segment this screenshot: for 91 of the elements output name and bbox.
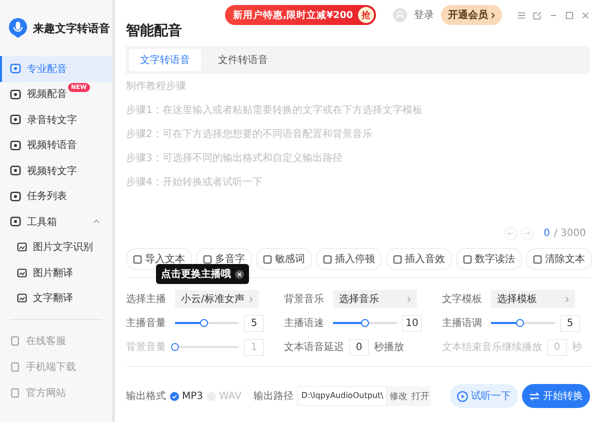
toolbar-button[interactable]: 数字读法 xyxy=(456,248,522,270)
avatar-icon xyxy=(393,8,407,22)
character-count: 0 xyxy=(544,228,550,238)
chevron-right-icon xyxy=(491,12,495,18)
unit-label: 秒 xyxy=(572,340,582,354)
setting-label: 文本语音延迟 xyxy=(284,340,344,354)
tutorial-step: 步骤2：可在下方选择您想要的不同语音配置和背景音乐 xyxy=(126,128,372,142)
path-button[interactable]: 修改 xyxy=(387,390,410,402)
sidebar-subitem[interactable]: 图片翻译 xyxy=(0,260,112,286)
chevron-right-icon xyxy=(249,296,253,302)
nav-icon xyxy=(10,190,21,202)
tool-icon xyxy=(533,254,542,264)
format-radio[interactable]: MP3 xyxy=(170,390,204,402)
nav-icon xyxy=(10,165,21,176)
tutorial-step: 步骤1：在这里输入或者粘贴需要转换的文字或在下方选择文字模板 xyxy=(126,104,422,118)
setting-label: 主播语调 xyxy=(442,316,483,330)
nav-icon xyxy=(10,88,21,100)
preview-button[interactable]: 试听一下 xyxy=(450,384,518,408)
toolbar-button[interactable]: 敏感词 xyxy=(256,248,312,270)
nav-icon xyxy=(10,216,21,228)
tool-icon xyxy=(17,268,27,278)
number-field[interactable]: 5 xyxy=(560,314,580,332)
maximize-icon[interactable] xyxy=(565,10,574,20)
toolbar-button[interactable]: 插入音效 xyxy=(386,248,452,270)
sidebar-item[interactable]: 录音转文字 xyxy=(0,107,112,132)
toolbar-button[interactable]: 清除文本 xyxy=(526,248,592,270)
tab[interactable]: 文件转语音 xyxy=(207,49,279,71)
nav-icon xyxy=(10,114,21,126)
play-icon xyxy=(457,390,468,402)
number-field[interactable]: 5 xyxy=(244,314,264,332)
tool-icon xyxy=(17,293,27,304)
sidebar-subitem[interactable]: 文字翻译 xyxy=(0,286,112,311)
tutorial-step: 步骤3：可选择不同的输出格式和自定义输出路径 xyxy=(126,152,342,166)
chevron-right-icon xyxy=(565,296,569,302)
output-path-label: 输出路径 xyxy=(253,390,294,403)
check-circle-icon xyxy=(170,392,179,400)
app-name: 来趣文字转语音 xyxy=(33,20,110,36)
chevron-right-icon xyxy=(407,296,411,302)
setting-label: 主播音量 xyxy=(126,316,167,330)
toolbar-button[interactable]: 插入停顿 xyxy=(316,248,382,270)
path-button[interactable]: 打开 xyxy=(409,390,432,402)
start-button[interactable]: 开始转换 xyxy=(522,384,590,408)
tool-icon xyxy=(463,254,472,264)
microphone-logo-icon xyxy=(9,18,27,38)
link-icon xyxy=(10,388,20,398)
setting-label: 主播语速 xyxy=(284,316,325,330)
output-format-label: 输出格式 xyxy=(126,390,166,403)
sidebar-item[interactable]: 视频转语音 xyxy=(0,132,112,158)
close-icon[interactable] xyxy=(235,270,244,278)
chevron-up-icon[interactable] xyxy=(93,219,100,224)
tutorial-title: 制作教程步骤 xyxy=(126,80,186,94)
sidebar-item[interactable]: 视频转文字 xyxy=(0,158,112,184)
slider-thumb[interactable] xyxy=(361,319,369,327)
page-title: 智能配音 xyxy=(126,22,182,40)
number-field[interactable]: 10 xyxy=(402,314,422,332)
link-icon xyxy=(10,362,20,372)
dropdown[interactable]: 选择模板 xyxy=(491,290,575,308)
setting-label: 背景音量 xyxy=(126,340,167,354)
tool-icon xyxy=(133,254,142,264)
login-link[interactable]: 登录 xyxy=(414,8,434,22)
nav-icon xyxy=(10,140,21,151)
setting-label: 背景音乐 xyxy=(284,292,325,306)
swap-icon xyxy=(529,390,540,402)
unit-label: 秒播放 xyxy=(374,340,404,354)
vip-button[interactable]: 开通会员 xyxy=(441,5,502,25)
slider-thumb[interactable] xyxy=(200,319,208,327)
tooltip-text: 点击更换主播哦 xyxy=(161,267,231,281)
tool-icon xyxy=(393,254,402,264)
tool-icon xyxy=(203,254,212,264)
menu-icon[interactable] xyxy=(517,10,526,20)
tool-icon xyxy=(323,254,332,264)
nav-icon xyxy=(10,63,21,74)
character-limit: / 3000 xyxy=(554,228,586,238)
tutorial-step: 步骤4：开始转换或者试听一下 xyxy=(126,176,262,190)
link-icon xyxy=(10,336,20,346)
promo-banner[interactable]: 新用户特惠,限时立减¥200 抢 xyxy=(224,5,376,25)
sidebar-item[interactable]: 工具箱 xyxy=(0,209,112,234)
setting-label: 选择主播 xyxy=(126,292,167,306)
number-field[interactable]: 0 xyxy=(349,338,369,356)
sidebar-item[interactable]: 任务列表 xyxy=(0,184,112,209)
setting-label: 文本结束音乐继续播放 xyxy=(442,340,542,354)
setting-label: 文字模板 xyxy=(442,292,483,306)
tool-icon xyxy=(263,254,272,264)
slider-thumb[interactable] xyxy=(516,319,524,327)
output-path-field[interactable]: D:\lqpyAudioOutput\ xyxy=(297,386,388,406)
tool-icon xyxy=(17,242,27,252)
edit-icon[interactable] xyxy=(533,10,542,20)
sidebar-subitem[interactable]: 图片文字识别 xyxy=(0,234,112,260)
tab[interactable]: 文字转语音 xyxy=(129,49,201,71)
dropdown[interactable]: 小云/标准女声 xyxy=(175,290,259,308)
dropdown[interactable]: 选择音乐 xyxy=(333,290,417,308)
